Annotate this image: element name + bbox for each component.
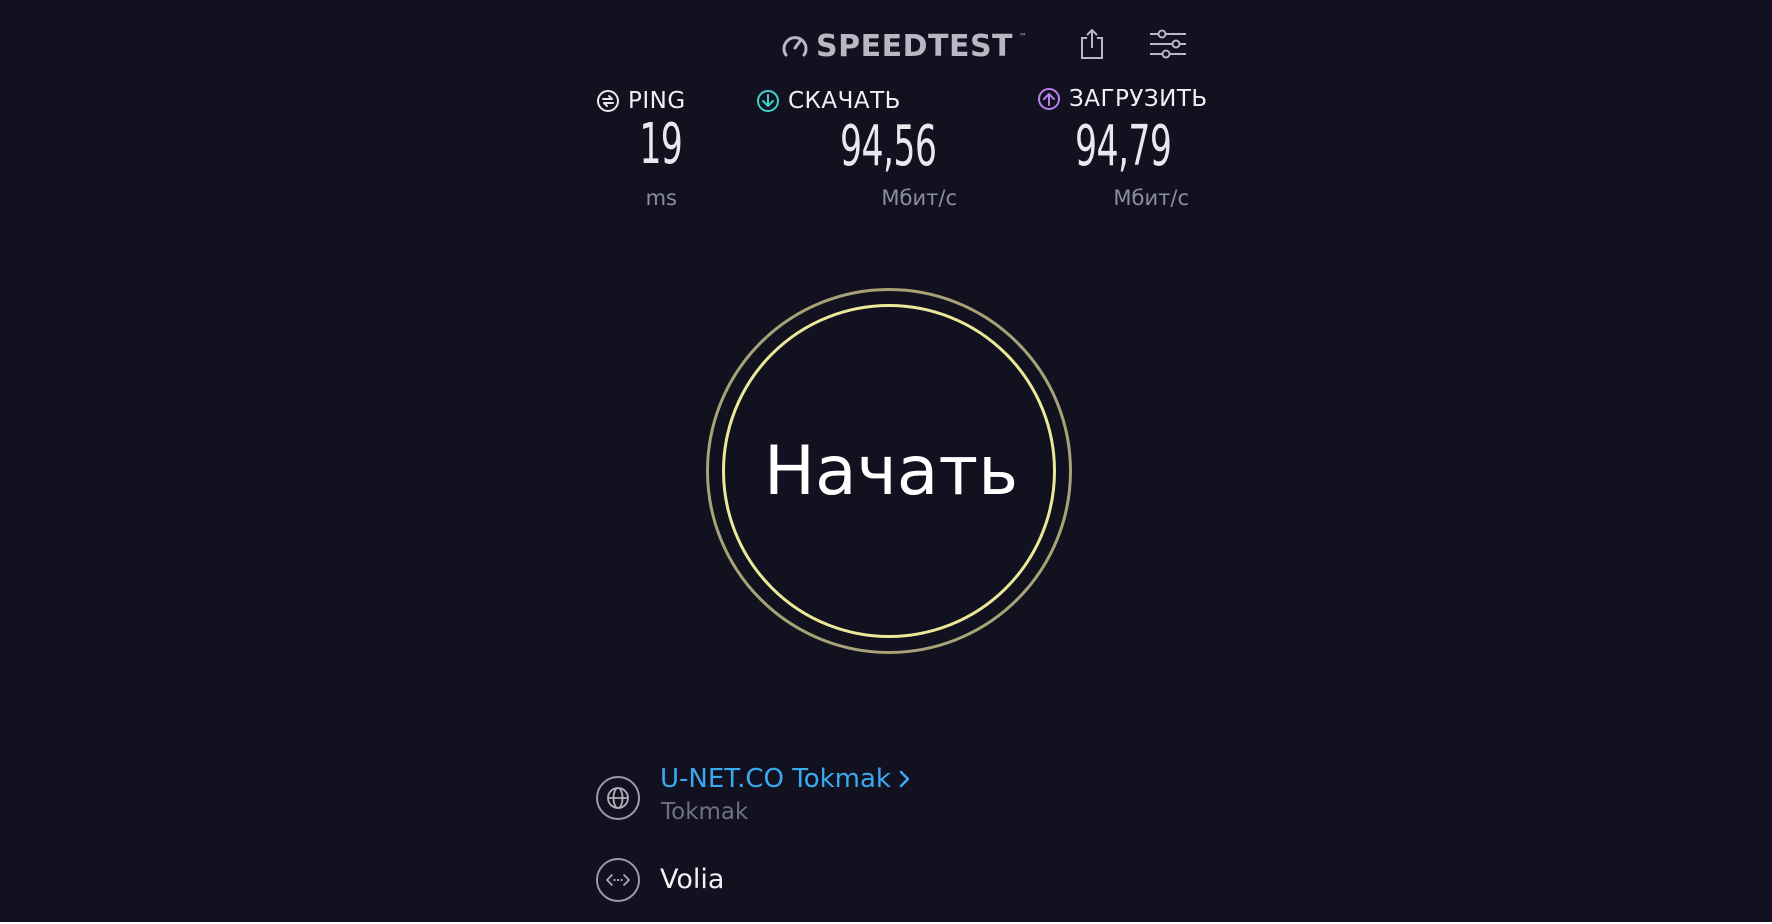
logo-text: SPEEDTEST [816, 28, 1014, 64]
chevron-right-icon [899, 770, 910, 788]
start-button-label: Начать [763, 431, 1019, 511]
logo-trademark: ™ [1019, 32, 1028, 41]
settings-sliders-icon [1150, 29, 1186, 59]
ping-value: 19 [639, 112, 683, 177]
download-value: 94,56 [839, 114, 937, 179]
share-button[interactable] [1072, 24, 1112, 64]
globe-icon [596, 776, 640, 820]
upload-unit: Мбит/с [1113, 186, 1189, 210]
server-name: U-NET.CO Tokmak [660, 764, 891, 794]
upload-label-text: ЗАГРУЗИТЬ [1069, 86, 1208, 112]
speedtest-logo: SPEEDTEST ™ [780, 28, 1027, 64]
speedometer-icon [782, 36, 808, 57]
isp-name: Volia [660, 864, 725, 895]
ping-unit: ms [645, 186, 677, 210]
share-icon [1081, 28, 1103, 59]
download-arrow-icon [757, 90, 779, 112]
connection-icon [596, 858, 640, 902]
download-unit: Мбит/с [881, 186, 957, 210]
download-label-text: СКАЧАТЬ [788, 88, 901, 114]
ping-label-text: PING [628, 88, 686, 114]
start-button[interactable]: Начать [722, 304, 1056, 638]
ping-label: PING [596, 88, 686, 114]
server-link[interactable]: U-NET.CO Tokmak [660, 764, 911, 794]
upload-value: 94,79 [1074, 114, 1172, 179]
download-label: СКАЧАТЬ [756, 88, 901, 114]
upload-label: ЗАГРУЗИТЬ [1037, 86, 1208, 112]
speedtest-screen: SPEEDTEST ™ PING 19 ms СКАЧАТЬ 94,56 Мби… [0, 0, 1772, 922]
upload-arrow-icon [1038, 88, 1060, 110]
ping-icon [597, 90, 619, 112]
server-location: Tokmak [661, 799, 749, 825]
settings-button[interactable] [1148, 24, 1188, 64]
